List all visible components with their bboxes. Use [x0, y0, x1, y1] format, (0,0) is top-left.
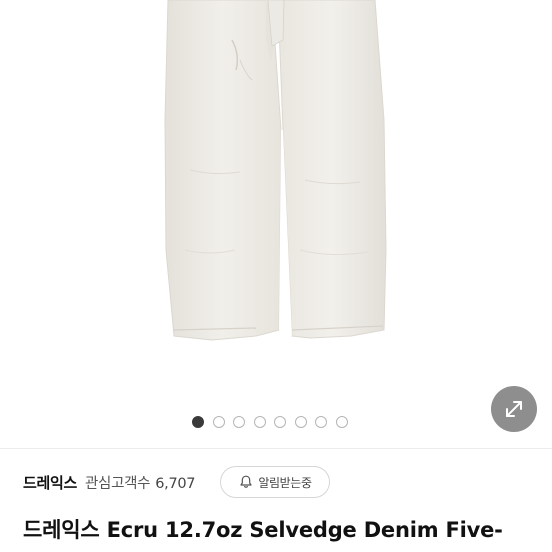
- alert-subscribed-button[interactable]: 알림받는중: [220, 466, 330, 498]
- bell-icon: [240, 475, 252, 488]
- expand-arrows-icon: [506, 401, 522, 417]
- brand-info: 드레익스 관심고객수 6,707: [23, 466, 196, 498]
- expand-image-button[interactable]: [491, 386, 537, 432]
- brand-name[interactable]: 드레익스: [23, 472, 77, 493]
- product-image-gallery[interactable]: [0, 0, 552, 448]
- interest-count: 관심고객수 6,707: [85, 472, 196, 493]
- carousel-dot[interactable]: [294, 416, 307, 428]
- product-title: 드레익스 Ecru 12.7oz Selvedge Denim Five-: [23, 518, 503, 542]
- carousel-dot[interactable]: [233, 416, 245, 428]
- carousel-dot[interactable]: [253, 416, 266, 428]
- carousel-dot[interactable]: [315, 416, 327, 428]
- product-image: [164, 0, 387, 341]
- carousel-dot[interactable]: [192, 416, 204, 428]
- carousel-dot[interactable]: [212, 416, 225, 428]
- carousel-dot[interactable]: [335, 416, 348, 428]
- interest-label: 관심고객수: [85, 475, 151, 492]
- alert-button-label: 알림받는중: [258, 475, 312, 490]
- carousel-indicator: [0, 414, 552, 430]
- interest-count-value: 6,707: [155, 475, 196, 492]
- divider: [0, 448, 552, 449]
- carousel-dot[interactable]: [274, 416, 286, 428]
